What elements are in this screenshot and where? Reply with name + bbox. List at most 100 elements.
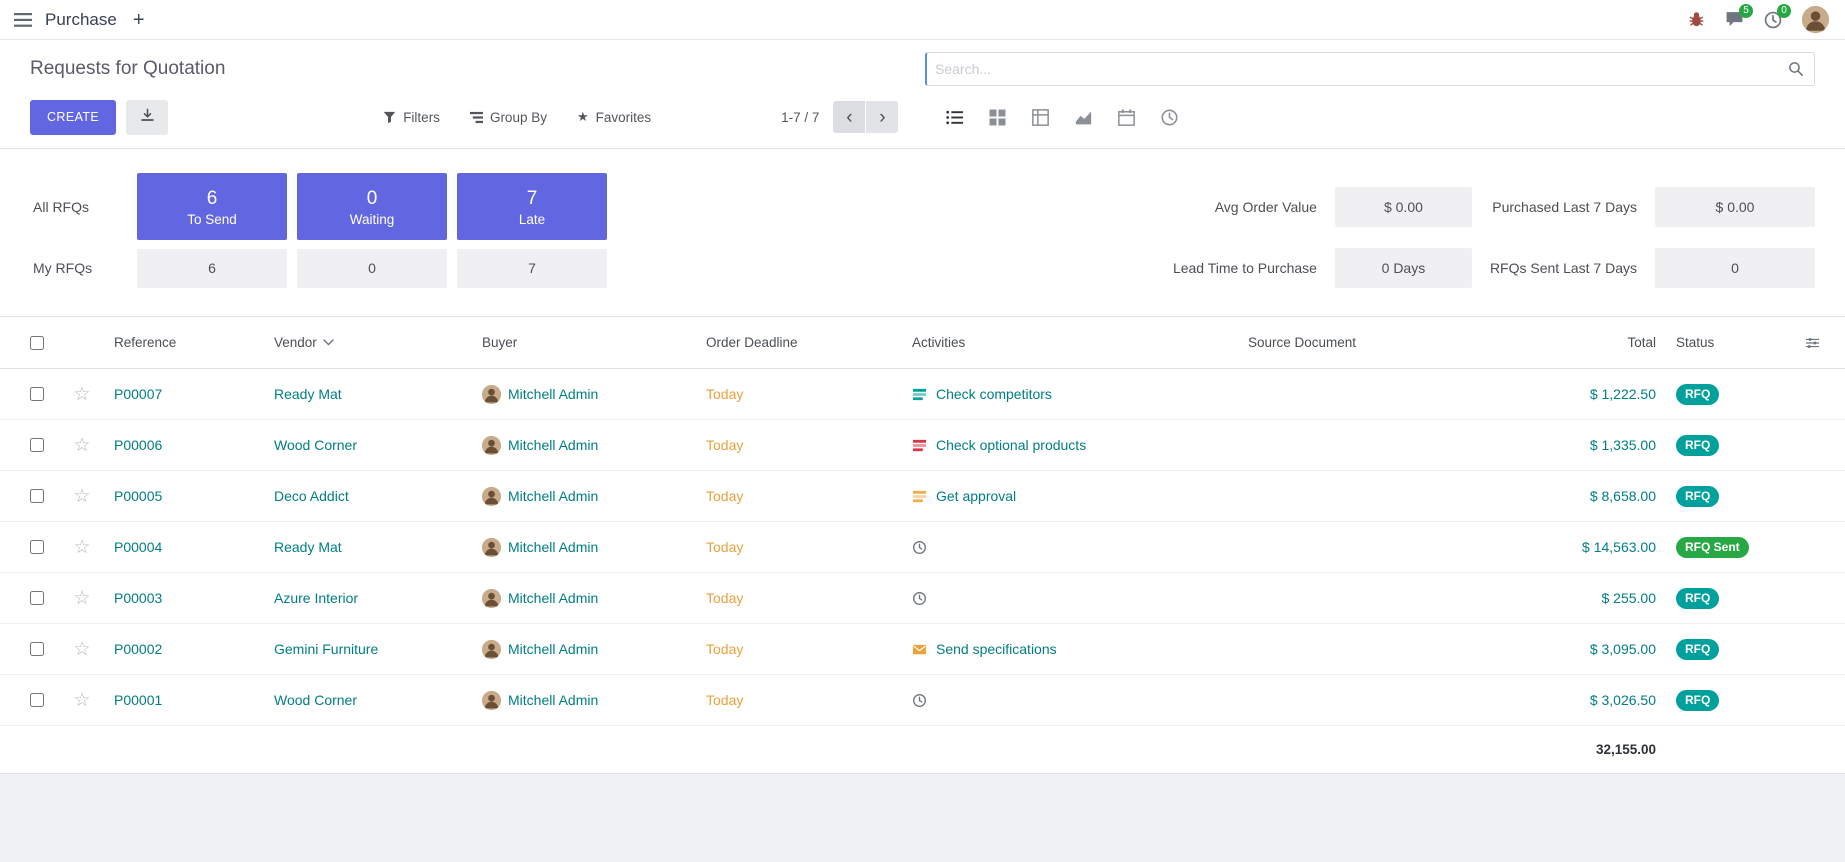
view-list-button[interactable] — [946, 109, 963, 126]
tile-late[interactable]: 7 Late — [457, 173, 607, 240]
create-button[interactable]: CREATE — [30, 100, 116, 135]
activity-icon[interactable] — [912, 387, 927, 402]
search-input[interactable] — [935, 61, 1788, 77]
favorite-star-icon[interactable]: ☆ — [73, 436, 90, 455]
view-kanban-button[interactable] — [989, 109, 1006, 126]
header-order-deadline[interactable]: Order Deadline — [696, 317, 902, 368]
table-row[interactable]: ☆ P00007 Ready Mat Mitchell Admin Today … — [0, 369, 1845, 420]
header-source-document[interactable]: Source Document — [1238, 317, 1484, 368]
activity-label[interactable]: Check competitors — [936, 386, 1052, 402]
table-row[interactable]: ☆ P00005 Deco Addict Mitchell Admin Toda… — [0, 471, 1845, 522]
view-switcher — [946, 109, 1178, 126]
search-icon[interactable] — [1788, 61, 1804, 77]
messages-icon[interactable]: 5 — [1725, 11, 1744, 28]
plus-icon[interactable]: + — [133, 10, 145, 30]
favorite-star-icon[interactable]: ☆ — [73, 691, 90, 710]
user-avatar[interactable] — [1802, 6, 1829, 33]
activity-icon[interactable] — [912, 438, 927, 453]
search-bar[interactable] — [925, 52, 1815, 86]
tile-to-send[interactable]: 6 To Send — [137, 173, 287, 240]
reference-link[interactable]: P00003 — [104, 573, 264, 623]
activity-label[interactable]: Send specifications — [936, 641, 1057, 657]
view-pivot-button[interactable] — [1032, 109, 1049, 126]
table-header-row: Reference Vendor Buyer Order Deadline Ac… — [0, 317, 1845, 369]
vendor-link[interactable]: Ready Mat — [264, 369, 472, 419]
reference-link[interactable]: P00004 — [104, 522, 264, 572]
app-name[interactable]: Purchase — [45, 10, 117, 30]
view-graph-button[interactable] — [1075, 109, 1092, 126]
header-buyer[interactable]: Buyer — [472, 317, 696, 368]
my-late-tile[interactable]: 7 — [457, 249, 607, 288]
activities-clock-icon[interactable]: 0 — [1764, 11, 1782, 29]
apps-menu-icon[interactable] — [14, 13, 32, 27]
activity-icon[interactable] — [912, 489, 927, 504]
reference-link[interactable]: P00001 — [104, 675, 264, 725]
filters-button[interactable]: Filters — [383, 110, 440, 125]
pager-next-button[interactable]: › — [866, 101, 898, 133]
activity-icon[interactable] — [912, 642, 927, 657]
buyer-link[interactable]: Mitchell Admin — [508, 590, 598, 606]
buyer-link[interactable]: Mitchell Admin — [508, 437, 598, 453]
activity-icon[interactable] — [912, 591, 927, 606]
select-all-checkbox[interactable] — [30, 336, 44, 350]
vendor-link[interactable]: Wood Corner — [264, 420, 472, 470]
view-activity-button[interactable] — [1161, 109, 1178, 126]
header-vendor[interactable]: Vendor — [264, 317, 472, 368]
activity-icon[interactable] — [912, 693, 927, 708]
favorite-star-icon[interactable]: ☆ — [73, 487, 90, 506]
my-to-send-tile[interactable]: 6 — [137, 249, 287, 288]
buyer-link[interactable]: Mitchell Admin — [508, 488, 598, 504]
row-checkbox[interactable] — [30, 642, 44, 656]
table-row[interactable]: ☆ P00006 Wood Corner Mitchell Admin Toda… — [0, 420, 1845, 471]
lead-time-value[interactable]: 0 Days — [1335, 248, 1472, 288]
pager-previous-button[interactable]: ‹ — [833, 101, 865, 133]
optional-columns-toggle-icon[interactable] — [1796, 317, 1845, 368]
export-button[interactable] — [126, 100, 168, 135]
vendor-link[interactable]: Gemini Furniture — [264, 624, 472, 674]
reference-link[interactable]: P00002 — [104, 624, 264, 674]
reference-link[interactable]: P00007 — [104, 369, 264, 419]
waiting-count: 0 — [367, 187, 378, 212]
reference-link[interactable]: P00006 — [104, 420, 264, 470]
favorites-button[interactable]: ★ Favorites — [577, 109, 651, 125]
favorite-star-icon[interactable]: ☆ — [73, 538, 90, 557]
tile-waiting[interactable]: 0 Waiting — [297, 173, 447, 240]
favorite-star-icon[interactable]: ☆ — [73, 589, 90, 608]
reference-link[interactable]: P00005 — [104, 471, 264, 521]
buyer-link[interactable]: Mitchell Admin — [508, 641, 598, 657]
avg-order-value[interactable]: $ 0.00 — [1335, 187, 1472, 227]
my-waiting-tile[interactable]: 0 — [297, 249, 447, 288]
activity-label[interactable]: Check optional products — [936, 437, 1086, 453]
rfqs-sent-last-7-days[interactable]: 0 — [1655, 248, 1815, 288]
favorite-star-icon[interactable]: ☆ — [73, 385, 90, 404]
vendor-link[interactable]: Azure Interior — [264, 573, 472, 623]
activity-label[interactable]: Get approval — [936, 488, 1016, 504]
buyer-link[interactable]: Mitchell Admin — [508, 692, 598, 708]
header-activities[interactable]: Activities — [902, 317, 1238, 368]
buyer-link[interactable]: Mitchell Admin — [508, 386, 598, 402]
table-row[interactable]: ☆ P00002 Gemini Furniture Mitchell Admin… — [0, 624, 1845, 675]
vendor-link[interactable]: Wood Corner — [264, 675, 472, 725]
row-checkbox[interactable] — [30, 540, 44, 554]
table-row[interactable]: ☆ P00004 Ready Mat Mitchell Admin Today … — [0, 522, 1845, 573]
header-status[interactable]: Status — [1666, 317, 1796, 368]
table-row[interactable]: ☆ P00001 Wood Corner Mitchell Admin Toda… — [0, 675, 1845, 726]
group-by-button[interactable]: Group By — [470, 110, 547, 125]
view-calendar-button[interactable] — [1118, 109, 1135, 126]
debug-bug-icon[interactable] — [1688, 11, 1705, 28]
header-reference[interactable]: Reference — [104, 317, 264, 368]
buyer-link[interactable]: Mitchell Admin — [508, 539, 598, 555]
vendor-link[interactable]: Deco Addict — [264, 471, 472, 521]
vendor-link[interactable]: Ready Mat — [264, 522, 472, 572]
row-checkbox[interactable] — [30, 693, 44, 707]
row-checkbox[interactable] — [30, 591, 44, 605]
purchased-last-7-days[interactable]: $ 0.00 — [1655, 187, 1815, 227]
activity-icon[interactable] — [912, 540, 927, 555]
row-checkbox[interactable] — [30, 387, 44, 401]
favorite-star-icon[interactable]: ☆ — [73, 640, 90, 659]
table-row[interactable]: ☆ P00003 Azure Interior Mitchell Admin T… — [0, 573, 1845, 624]
messages-badge: 5 — [1739, 4, 1753, 18]
row-checkbox[interactable] — [30, 489, 44, 503]
row-checkbox[interactable] — [30, 438, 44, 452]
header-total[interactable]: Total — [1484, 317, 1666, 368]
